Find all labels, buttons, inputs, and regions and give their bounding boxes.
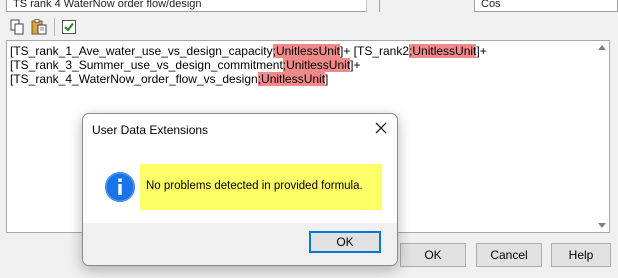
formula-operator: ] [325,72,329,86]
scroll-up-arrow-icon[interactable] [598,45,606,50]
formula-line-2: [TS_rank_3_Summer_use_vs_design_commitme… [10,58,593,72]
toolbar-separator [54,18,55,36]
unit-tag: ;UnitlessUnit [409,44,477,58]
copy-button[interactable] [8,18,26,36]
help-button[interactable]: Help [551,243,611,267]
editor-scrollbar[interactable] [595,41,609,232]
unit-tag: ;UnitlessUnit [282,58,351,72]
name-field-value: TS rank 4 WaterNow order flow/design [13,0,202,10]
paste-icon [31,19,47,35]
unit-tag: ;UnitlessUnit [272,44,340,58]
name-field[interactable]: TS rank 4 WaterNow order flow/design [6,0,372,12]
check-formula-button[interactable] [60,18,78,36]
formula-term: ]+ [TS_rank2 [339,44,410,58]
scroll-down-arrow-icon[interactable] [598,223,606,228]
paste-button[interactable] [30,18,48,36]
ok-button[interactable]: OK [400,243,466,267]
function-field-value: Cos [481,0,501,10]
formula-term: [TS_rank_1_Ave_water_use_vs_design_capac… [10,44,273,58]
formula-term: [TS_rank_4_WaterNow_order_flow_vs_design [10,72,258,86]
function-field[interactable]: Cos [474,0,618,12]
name-field-scrollbar[interactable] [366,0,380,12]
message-dialog: User Data Extensions No problems detecte… [82,113,398,266]
close-button[interactable] [373,120,389,136]
formula-term: [TS_rank_3_Summer_use_vs_design_commitme… [10,58,283,72]
dialog-message: No problems detected in provided formula… [146,180,363,192]
formula-text: [TS_rank_1_Ave_water_use_vs_design_capac… [10,44,593,86]
dialog-footer: OK [83,223,397,265]
dialog-title: User Data Extensions [92,123,209,137]
formula-line-3: [TS_rank_4_WaterNow_order_flow_vs_design… [10,72,593,86]
formula-line-1: [TS_rank_1_Ave_water_use_vs_design_capac… [10,44,593,58]
cancel-button[interactable]: Cancel [476,243,542,267]
help-button-label: Help [568,248,594,262]
ok-button-label: OK [424,248,442,262]
dialog-ok-label: OK [336,235,354,249]
unit-tag: ;UnitlessUnit [257,72,326,86]
formula-operator: ]+ [476,44,487,58]
check-formula-icon [62,20,76,34]
close-icon [375,122,387,134]
formula-operator: ]+ [350,58,361,72]
info-icon [105,172,135,202]
dialog-ok-button[interactable]: OK [309,231,381,253]
copy-icon [10,19,24,35]
cancel-button-label: Cancel [490,248,528,262]
